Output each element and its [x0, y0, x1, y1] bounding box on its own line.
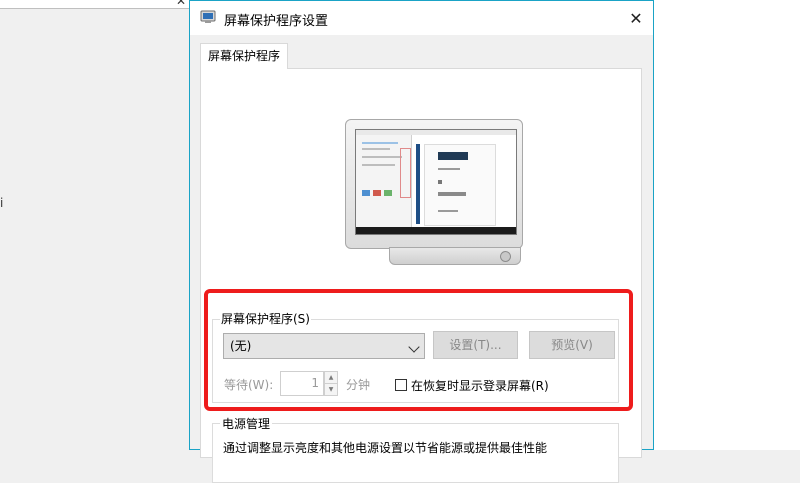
monitor-bezel [345, 119, 523, 249]
wait-minutes-input[interactable]: 1 [280, 371, 324, 396]
background-window-edge [0, 0, 190, 9]
chevron-down-icon [408, 341, 420, 353]
screensaver-group-label: 屏幕保护程序(S) [220, 310, 311, 327]
resume-login-checkbox-label[interactable]: 在恢复时显示登录屏幕(R) [411, 377, 549, 394]
monitor-screen-preview [355, 129, 517, 235]
minutes-label: 分钟 [346, 378, 371, 392]
power-management-description: 通过调整显示亮度和其他电源设置以节省能源或提供最佳性能 [223, 441, 548, 455]
spin-up-icon[interactable]: ▲ [325, 372, 337, 384]
screensaver-app-icon [200, 9, 216, 25]
spin-down-icon[interactable]: ▼ [325, 384, 337, 395]
monitor-preview [345, 119, 523, 267]
background-window [0, 0, 190, 450]
preview-button[interactable]: 预览(V) [529, 331, 615, 359]
background-text-fragment: i [0, 196, 4, 210]
screensaver-select[interactable]: (无) [223, 333, 425, 359]
power-button-icon [500, 251, 511, 262]
monitor-base [389, 247, 521, 265]
tab-screensaver[interactable]: 屏幕保护程序 [200, 43, 289, 69]
wait-label: 等待(W): [224, 378, 274, 392]
power-management-label: 电源管理 [220, 415, 273, 432]
window-title: 屏幕保护程序设置 [224, 14, 329, 29]
background-close-icon: ✕ [176, 0, 187, 8]
resume-login-checkbox[interactable] [395, 379, 407, 391]
wait-minutes-stepper[interactable]: ▲ ▼ [324, 371, 338, 396]
screensaver-settings-dialog: 屏幕保护程序设置 ✕ 屏幕保护程序 屏幕保护程序(S) (无) 设置(T)...… [189, 0, 654, 483]
title-bar[interactable]: 屏幕保护程序设置 ✕ [190, 1, 653, 35]
screensaver-select-value: (无) [230, 339, 252, 353]
close-icon[interactable]: ✕ [619, 1, 653, 35]
settings-button[interactable]: 设置(T)... [433, 331, 518, 359]
background-window-right [654, 0, 800, 450]
